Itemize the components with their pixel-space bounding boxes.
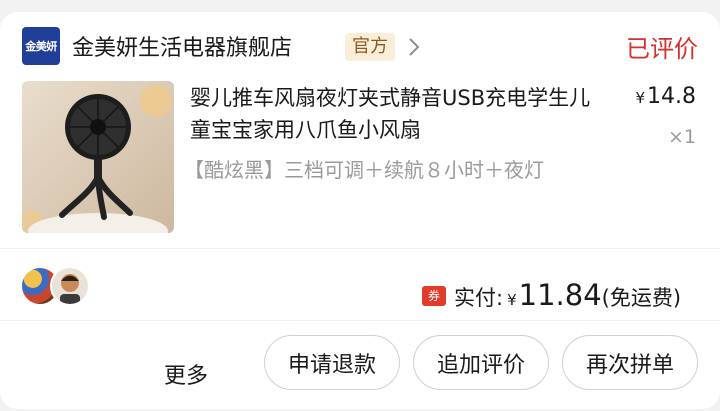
divider	[0, 320, 720, 321]
rebuy-button[interactable]: 再次拼单	[562, 335, 698, 390]
more-button[interactable]: 更多	[164, 358, 208, 390]
product-thumbnail[interactable]	[22, 81, 174, 233]
coupon-badge: 券	[422, 286, 446, 306]
order-status: 已评价	[626, 35, 698, 63]
person-icon	[60, 274, 80, 304]
group-member-avatar[interactable]	[50, 266, 90, 306]
fan-product-image	[22, 81, 174, 233]
price-value: 14.8	[647, 84, 696, 109]
currency-symbol: ¥	[635, 89, 646, 107]
official-badge: 官方	[345, 33, 395, 61]
shipping-note: (免运费)	[601, 286, 682, 310]
refund-button[interactable]: 申请退款	[264, 335, 400, 390]
quantity: ×1	[667, 126, 696, 148]
paid-label: 实付:	[454, 286, 504, 310]
currency-symbol: ¥	[507, 291, 517, 309]
add-review-button[interactable]: 追加评价	[413, 335, 549, 390]
unit-price: ¥14.8	[635, 84, 696, 109]
order-card: 金美妍 金美妍生活电器旗舰店 官方 已评价 婴儿推车风扇夜灯夹式静音USB充电学…	[0, 12, 720, 409]
product-title[interactable]: 婴儿推车风扇夜灯夹式静音USB充电学生儿童宝宝家用八爪鱼小风扇	[190, 82, 600, 146]
shop-name[interactable]: 金美妍生活电器旗舰店	[72, 30, 292, 62]
divider	[0, 248, 720, 249]
shop-logo[interactable]: 金美妍	[22, 27, 60, 65]
paid-amount: 11.84	[518, 278, 602, 312]
product-variant: 【酷炫黑】三档可调＋续航８小时＋夜灯	[184, 158, 544, 182]
paid-summary: 实付: ¥11.84(免运费)	[454, 278, 681, 312]
chevron-right-icon[interactable]	[407, 36, 421, 58]
